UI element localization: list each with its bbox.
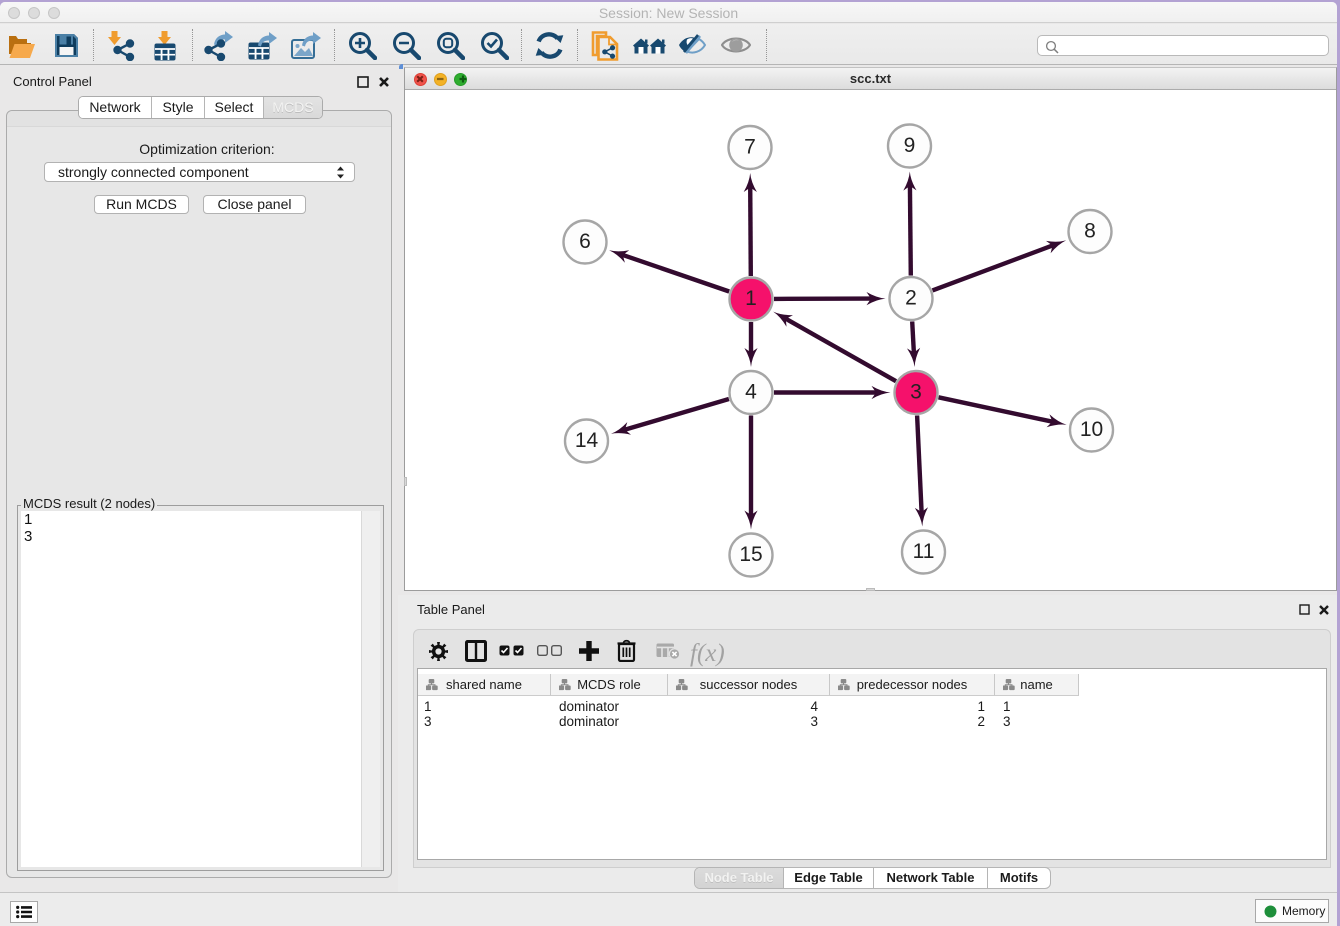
svg-text:9: 9 xyxy=(904,134,916,157)
svg-text:7: 7 xyxy=(744,136,756,159)
svg-text:15: 15 xyxy=(739,543,762,566)
svg-text:4: 4 xyxy=(745,381,757,404)
svg-text:3: 3 xyxy=(910,381,922,404)
svg-text:2: 2 xyxy=(905,287,917,310)
svg-text:1: 1 xyxy=(745,287,757,310)
svg-text:6: 6 xyxy=(579,230,591,253)
svg-text:14: 14 xyxy=(575,429,599,452)
svg-text:8: 8 xyxy=(1084,220,1096,243)
svg-text:10: 10 xyxy=(1080,418,1103,441)
svg-text:11: 11 xyxy=(913,540,935,563)
